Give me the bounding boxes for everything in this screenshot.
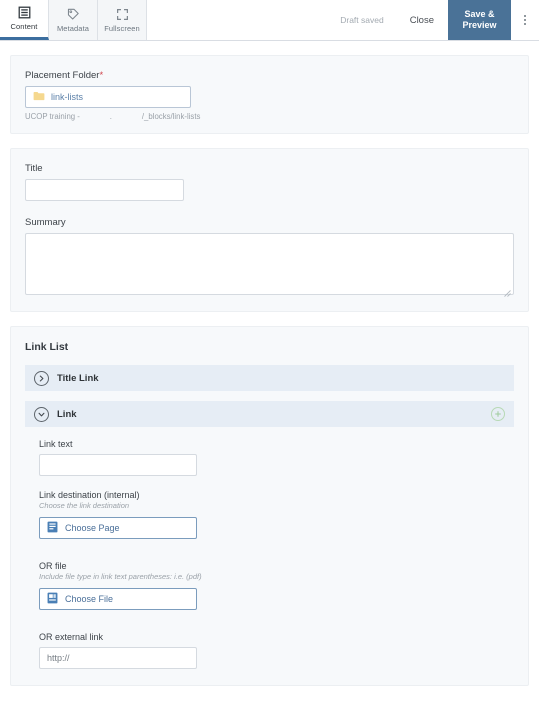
choose-file-label: Choose File (65, 594, 114, 604)
choose-page-label: Choose Page (65, 523, 120, 533)
or-external-link-label: OR external link (39, 632, 104, 642)
placement-folder-label-text: Placement Folder (25, 70, 100, 81)
toolbar-actions: Draft saved Close Save & Preview (328, 0, 539, 40)
external-link-value: http:// (47, 653, 70, 663)
plus-circle-icon[interactable] (491, 407, 505, 421)
close-button[interactable]: Close (396, 0, 448, 40)
placement-helper-mid: . (109, 112, 112, 121)
save-preview-line2: Preview (462, 20, 497, 30)
link-destination-helper: Choose the link destination (39, 501, 130, 510)
resize-grip-icon[interactable] (503, 284, 511, 297)
accordion-title-link-label: Title Link (57, 372, 99, 384)
app-root: Content Metadata Fullscreen Draft saved … (0, 0, 539, 701)
placement-folder-panel: Placement Folder* link-lists UCOP traini… (10, 55, 529, 134)
kebab-menu-icon (524, 14, 526, 26)
choose-page-button[interactable]: Choose Page (39, 517, 197, 539)
chevron-down-icon[interactable] (34, 406, 49, 422)
placement-folder-label: Placement Folder* (25, 70, 514, 81)
accordion-link[interactable]: Link (25, 401, 514, 427)
page-document-icon (47, 521, 58, 535)
title-summary-panel: Title Summary (10, 148, 529, 312)
file-document-icon (47, 592, 58, 606)
tab-content-label: Content (10, 22, 38, 31)
tab-content[interactable]: Content (0, 0, 49, 40)
choose-file-button[interactable]: Choose File (39, 588, 197, 610)
accordion-link-label: Link (57, 408, 77, 420)
fullscreen-icon (116, 8, 129, 22)
tab-fullscreen[interactable]: Fullscreen (98, 0, 147, 40)
save-preview-line1: Save & (464, 9, 495, 19)
tag-icon (66, 8, 80, 22)
tab-bar: Content Metadata Fullscreen (0, 0, 147, 40)
required-marker: * (99, 70, 104, 81)
placement-helper-left: UCOP training - (25, 112, 80, 121)
placement-folder-input[interactable]: link-lists (25, 86, 191, 108)
link-destination-label: Link destination (internal) (39, 490, 140, 500)
accordion-title-link[interactable]: Title Link (25, 365, 514, 391)
top-toolbar: Content Metadata Fullscreen Draft saved … (0, 0, 539, 41)
link-fields: Link text Link destination (internal) Ch… (25, 437, 514, 669)
link-text-label: Link text (39, 439, 73, 449)
or-file-helper: Include file type in link text parenthes… (39, 572, 202, 581)
folder-icon (33, 91, 45, 103)
chevron-right-icon[interactable] (34, 370, 49, 386)
placement-folder-value: link-lists (51, 92, 84, 102)
placement-folder-helper: UCOP training - . /_blocks/link-lists (25, 112, 514, 121)
content-list-icon (18, 6, 31, 20)
link-list-title: Link List (25, 341, 69, 353)
save-and-preview-button[interactable]: Save & Preview (448, 0, 511, 40)
summary-textarea[interactable] (25, 233, 514, 297)
tab-fullscreen-label: Fullscreen (104, 23, 140, 33)
link-text-input[interactable] (39, 454, 197, 476)
overflow-menu-button[interactable] (511, 0, 539, 40)
title-input[interactable] (25, 179, 184, 201)
form-content: Placement Folder* link-lists UCOP traini… (0, 55, 539, 686)
external-link-input[interactable]: http:// (39, 647, 197, 669)
or-file-label: OR file (39, 561, 67, 571)
placement-helper-right: /_blocks/link-lists (141, 112, 201, 121)
tab-metadata-label: Metadata (56, 23, 90, 33)
link-list-panel: Link List Title Link Link Link text Link… (10, 326, 529, 686)
summary-label: Summary (25, 217, 66, 228)
draft-status: Draft saved (340, 15, 384, 25)
title-label: Title (25, 163, 43, 174)
tab-metadata[interactable]: Metadata (49, 0, 98, 40)
